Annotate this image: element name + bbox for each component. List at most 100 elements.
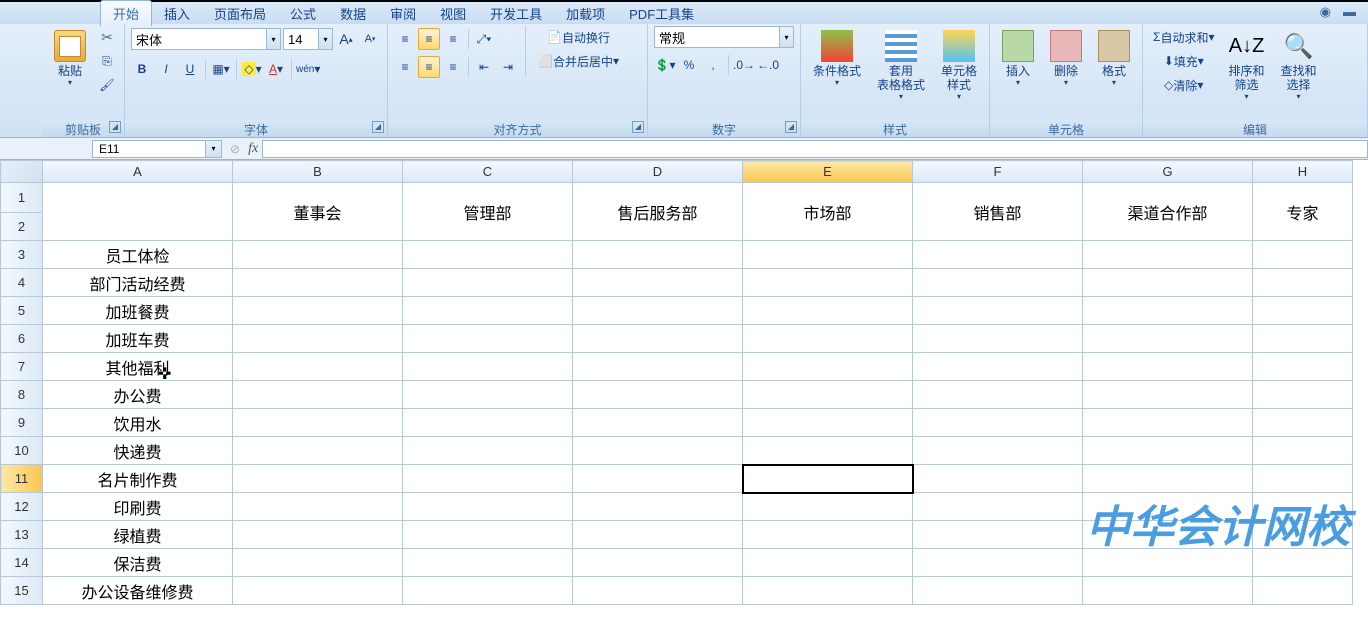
cell-F6[interactable] (913, 325, 1083, 353)
tab-addin[interactable]: 加载项 (554, 1, 617, 26)
cancel-formula-icon[interactable]: ⊘ (230, 142, 240, 156)
row-header-9[interactable]: 9 (1, 409, 43, 437)
cell-G10[interactable] (1083, 437, 1253, 465)
tab-review[interactable]: 审阅 (378, 1, 428, 26)
cell-H15[interactable] (1253, 577, 1353, 605)
cell-D8[interactable] (573, 381, 743, 409)
comma-button[interactable]: , (702, 54, 724, 76)
percent-button[interactable]: % (678, 54, 700, 76)
cell-style-button[interactable]: 单元格 样式▾ (935, 26, 983, 105)
cell-B10[interactable] (233, 437, 403, 465)
cell-H6[interactable] (1253, 325, 1353, 353)
cell-E13[interactable] (743, 521, 913, 549)
cell-H5[interactable] (1253, 297, 1353, 325)
cell-C12[interactable] (403, 493, 573, 521)
cell-G15[interactable] (1083, 577, 1253, 605)
cell-E4[interactable] (743, 269, 913, 297)
cell-G1[interactable]: 渠道合作部 (1083, 183, 1253, 241)
cell-E8[interactable] (743, 381, 913, 409)
font-color-button[interactable]: A▾ (265, 58, 287, 80)
cell-C5[interactable] (403, 297, 573, 325)
col-header-B[interactable]: B (233, 161, 403, 183)
tab-data[interactable]: 数据 (328, 1, 378, 26)
align-middle-button[interactable]: ≡ (418, 28, 440, 50)
delete-cells-button[interactable]: 删除▾ (1044, 26, 1088, 91)
cell-H11[interactable] (1253, 465, 1353, 493)
indent-dec-button[interactable]: ⇤ (473, 56, 495, 78)
number-launcher[interactable]: ◢ (785, 121, 797, 133)
cell-H1[interactable]: 专家 (1253, 183, 1353, 241)
cell-A4[interactable]: 部门活动经费 (43, 269, 233, 297)
cell-D7[interactable] (573, 353, 743, 381)
cell-A14[interactable]: 保洁费 (43, 549, 233, 577)
copy-button[interactable]: ⎘ (96, 50, 118, 72)
cell-H10[interactable] (1253, 437, 1353, 465)
cell-F9[interactable] (913, 409, 1083, 437)
cell-E5[interactable] (743, 297, 913, 325)
cell-E12[interactable] (743, 493, 913, 521)
cell-H3[interactable] (1253, 241, 1353, 269)
cell-D4[interactable] (573, 269, 743, 297)
col-header-F[interactable]: F (913, 161, 1083, 183)
cell-A8[interactable]: 办公费 (43, 381, 233, 409)
italic-button[interactable]: I (155, 58, 177, 80)
cell-A5[interactable]: 加班餐费 (43, 297, 233, 325)
cell-E9[interactable] (743, 409, 913, 437)
cell-D12[interactable] (573, 493, 743, 521)
indent-inc-button[interactable]: ⇥ (497, 56, 519, 78)
cell-A13[interactable]: 绿植费 (43, 521, 233, 549)
cell-B5[interactable] (233, 297, 403, 325)
cell-D3[interactable] (573, 241, 743, 269)
cell-B9[interactable] (233, 409, 403, 437)
cell-C13[interactable] (403, 521, 573, 549)
cell-B11[interactable] (233, 465, 403, 493)
cell-G11[interactable] (1083, 465, 1253, 493)
cell-F5[interactable] (913, 297, 1083, 325)
align-bottom-button[interactable]: ≡ (442, 28, 464, 50)
sort-filter-button[interactable]: A↓Z排序和 筛选▾ (1223, 26, 1271, 105)
cell-E10[interactable] (743, 437, 913, 465)
cell-H7[interactable] (1253, 353, 1353, 381)
cell-F11[interactable] (913, 465, 1083, 493)
row-header-6[interactable]: 6 (1, 325, 43, 353)
cell-E14[interactable] (743, 549, 913, 577)
cell-H8[interactable] (1253, 381, 1353, 409)
cell-B1[interactable]: 董事会 (233, 183, 403, 241)
fx-icon[interactable]: fx (248, 141, 258, 157)
cell-A10[interactable]: 快递费 (43, 437, 233, 465)
cell-A11[interactable]: 名片制作费 (43, 465, 233, 493)
row-header-4[interactable]: 4 (1, 269, 43, 297)
cell-F12[interactable] (913, 493, 1083, 521)
autosum-button[interactable]: Σ 自动求和 ▾ (1149, 26, 1218, 48)
align-top-button[interactable]: ≡ (394, 28, 416, 50)
cut-button[interactable]: ✂ (96, 26, 118, 48)
row-header-15[interactable]: 15 (1, 577, 43, 605)
number-format-combo[interactable]: 常规▾ (654, 26, 794, 48)
cell-H12[interactable] (1253, 493, 1353, 521)
cell-F13[interactable] (913, 521, 1083, 549)
cell-G7[interactable] (1083, 353, 1253, 381)
cell-G9[interactable] (1083, 409, 1253, 437)
cell-B6[interactable] (233, 325, 403, 353)
cell-G5[interactable] (1083, 297, 1253, 325)
cell-F7[interactable] (913, 353, 1083, 381)
cell-G14[interactable] (1083, 549, 1253, 577)
cell-E1[interactable]: 市场部 (743, 183, 913, 241)
align-left-button[interactable]: ≡ (394, 56, 416, 78)
insert-cells-button[interactable]: 插入▾ (996, 26, 1040, 91)
cell-D9[interactable] (573, 409, 743, 437)
help-icon[interactable]: ◉ (1320, 4, 1331, 20)
row-header-5[interactable]: 5 (1, 297, 43, 325)
cell-H13[interactable] (1253, 521, 1353, 549)
cond-format-button[interactable]: 条件格式▾ (807, 26, 867, 91)
cell-D10[interactable] (573, 437, 743, 465)
font-launcher[interactable]: ◢ (372, 121, 384, 133)
format-painter-button[interactable]: 🖌 (96, 74, 118, 96)
cell-A3[interactable]: 员工体检 (43, 241, 233, 269)
row-header-3[interactable]: 3 (1, 241, 43, 269)
cell-C3[interactable] (403, 241, 573, 269)
tab-home[interactable]: 开始 (100, 0, 152, 26)
tab-dev[interactable]: 开发工具 (478, 1, 554, 26)
row-header-10[interactable]: 10 (1, 437, 43, 465)
cell-E11[interactable] (743, 465, 913, 493)
